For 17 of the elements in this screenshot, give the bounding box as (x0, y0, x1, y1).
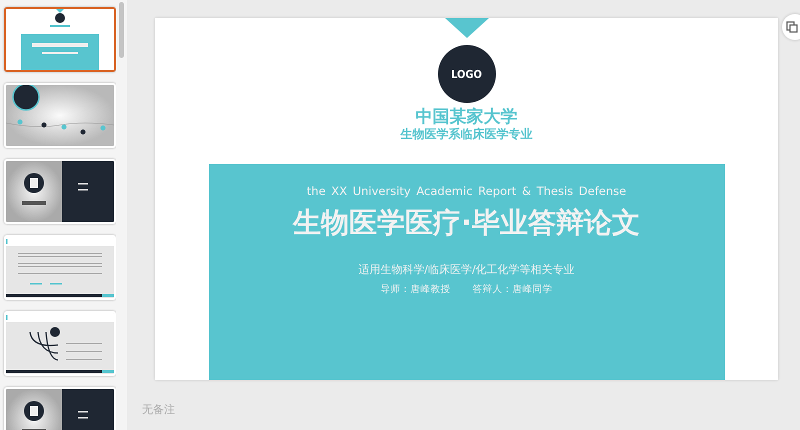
logo: LOGO (438, 45, 496, 103)
english-subtitle: the XX University Academic Report & Thesis Defense (306, 184, 626, 198)
slide-thumbnail[interactable] (4, 235, 116, 300)
scrollbar-thumb[interactable] (119, 2, 124, 58)
copy-icon (786, 21, 798, 33)
university-name: 中国某家大学 (416, 107, 518, 127)
defender-text: 答辩人：唐峰同学 (472, 283, 552, 296)
slide-thumbnail[interactable] (4, 7, 116, 72)
slide-thumbnail[interactable] (4, 311, 116, 376)
department-name: 生物医学系临床医学专业 (400, 127, 532, 142)
notes-field[interactable]: 无备注 (142, 402, 800, 417)
triangle-icon (444, 18, 488, 38)
slide-thumbnail[interactable] (4, 83, 116, 148)
slide-title: 生物医学医疗·毕业答辩论文 (293, 205, 640, 241)
advisor-text: 导师：唐峰教授 (380, 283, 450, 296)
scope-text: 适用生物科学/临床医学/化工化学等相关专业 (358, 262, 575, 277)
slide-thumbnail[interactable] (4, 159, 116, 224)
